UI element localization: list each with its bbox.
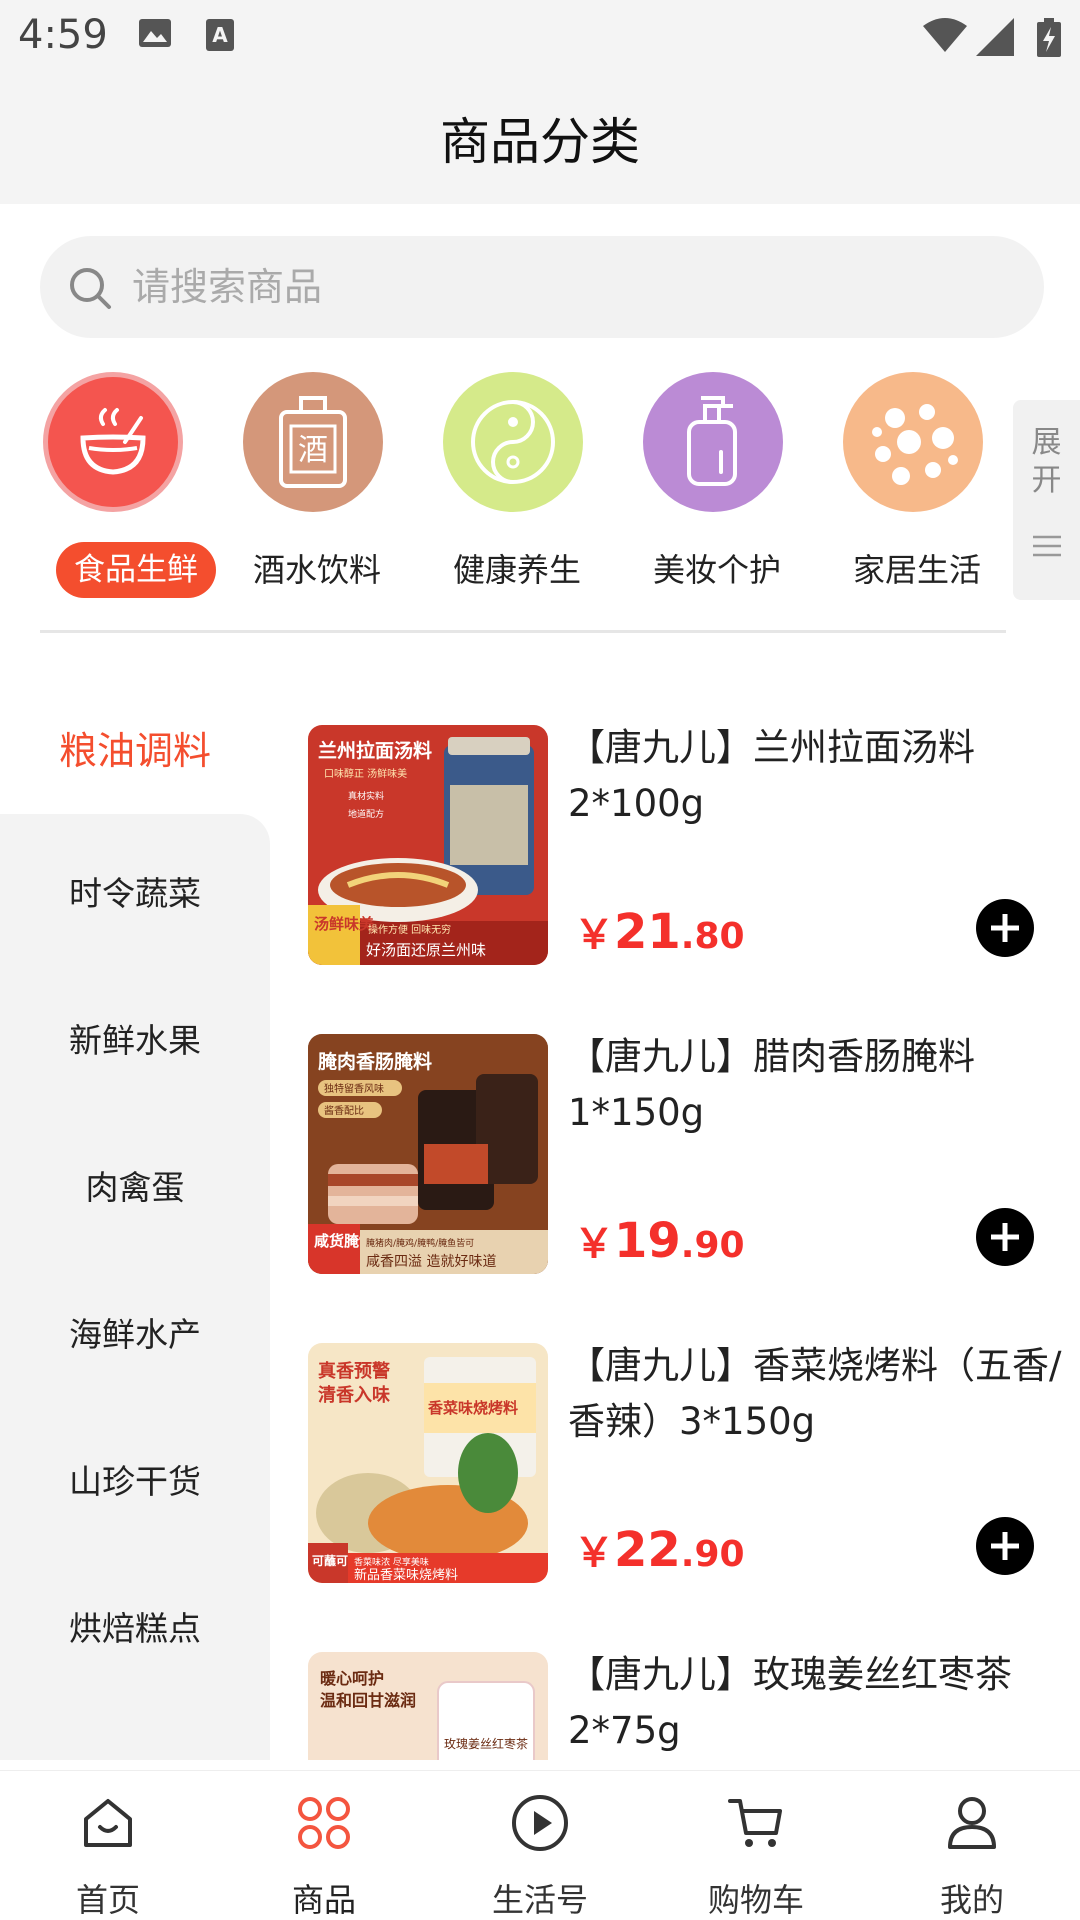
image-notification-icon	[139, 19, 171, 47]
product-name: 【唐九儿】兰州拉面汤料 2*100g	[568, 726, 975, 825]
product-image: 暖心呵护 温和回甘滋润 玫瑰姜丝红枣茶	[308, 1652, 548, 1760]
svg-text:独特留香风味: 独特留香风味	[324, 1082, 384, 1095]
sidebar-item-meat-eggs[interactable]: 肉禽蛋	[0, 1128, 270, 1248]
category-health[interactable]: 健康养生	[418, 370, 616, 610]
wifi-icon	[923, 18, 967, 52]
category-label: 食品生鲜	[56, 542, 216, 598]
search-icon	[70, 268, 111, 309]
svg-text:新品香菜味烧烤料: 新品香菜味烧烤料	[354, 1567, 458, 1583]
svg-text:汤鲜味美: 汤鲜味美	[314, 915, 375, 933]
nav-label: 首页	[75, 1881, 140, 1919]
yin-yang-icon	[443, 372, 583, 512]
menu-lines-icon	[1033, 535, 1061, 557]
text-notification-icon: A	[206, 19, 234, 51]
nav-home[interactable]: 首页	[0, 1771, 216, 1920]
product-name: 【唐九儿】腊肉香肠腌料 1*150g	[568, 1035, 975, 1134]
expand-categories-button[interactable]: 展开	[1013, 400, 1080, 600]
product-card[interactable]: 暖心呵护 温和回甘滋润 玫瑰姜丝红枣茶 【唐九儿】玫瑰姜丝红枣茶 2*75g	[270, 1607, 1080, 1760]
product-card[interactable]: 腌肉香肠腌料 独特留香风味 酱香配比 咸货腌制 腌猪肉/腌鸡/腌鸭/腌鱼皆可 咸…	[270, 989, 1080, 1274]
category-drinks[interactable]: 酒 酒水饮料	[218, 370, 416, 610]
svg-text:清香入味: 清香入味	[318, 1385, 390, 1406]
play-circle-icon	[512, 1795, 568, 1851]
svg-text:地道配方: 地道配方	[348, 808, 384, 820]
add-to-cart-icon[interactable]	[975, 1207, 1035, 1267]
svg-text:香菜味烧烤料: 香菜味烧烤料	[428, 1399, 518, 1417]
svg-text:腌猪肉/腌鸡/腌鸭/腌鱼皆可: 腌猪肉/腌鸡/腌鸭/腌鱼皆可	[366, 1237, 474, 1249]
product-list: 兰州拉面汤料 口味醇正 汤鲜味美 真材实料 地道配方 汤鲜味美 操作方便 回味无…	[270, 680, 1080, 1760]
sidebar-item-vegetables[interactable]: 时令蔬菜	[0, 834, 270, 954]
nav-cart[interactable]: 购物车	[648, 1771, 864, 1920]
sidebar-item-seafood[interactable]: 海鲜水产	[0, 1275, 270, 1395]
product-image: 兰州拉面汤料 口味醇正 汤鲜味美 真材实料 地道配方 汤鲜味美 操作方便 回味无…	[308, 725, 548, 965]
svg-text:真材实料: 真材实料	[348, 790, 384, 802]
cart-icon	[728, 1799, 782, 1847]
svg-text:咸香四溢 造就好味道: 咸香四溢 造就好味道	[366, 1254, 496, 1270]
sidebar-item-fruits[interactable]: 新鲜水果	[0, 981, 270, 1101]
product-name: 【唐九儿】玫瑰姜丝红枣茶 2*75g	[568, 1653, 1012, 1752]
status-bar: 4:59 A	[0, 0, 1080, 72]
dots-network-icon	[843, 372, 983, 512]
product-image: 真香预警 清香入味 香菜味烧烤料 可蘸可撒 香菜味浓 尽享美味 新品香菜味烧烤料	[308, 1343, 548, 1583]
svg-text:操作方便 回味无穷: 操作方便 回味无穷	[368, 923, 451, 936]
category-food[interactable]: 食品生鲜	[18, 370, 216, 610]
status-time: 4:59	[18, 12, 108, 58]
wine-jar-icon: 酒	[243, 372, 383, 512]
user-icon	[948, 1797, 996, 1849]
svg-text:玫瑰姜丝红枣茶: 玫瑰姜丝红枣茶	[444, 1736, 528, 1751]
category-strip: 食品生鲜 酒 酒水饮料 健康养生 美妆个护 家居生活	[0, 370, 1010, 610]
product-image: 腌肉香肠腌料 独特留香风味 酱香配比 咸货腌制 腌猪肉/腌鸡/腌鸭/腌鱼皆可 咸…	[308, 1034, 548, 1274]
sidebar-item-label: 粮油调料	[58, 729, 211, 773]
svg-text:酒: 酒	[298, 433, 328, 468]
svg-text:酱香配比: 酱香配比	[324, 1104, 364, 1117]
sidebar-item-grain-oil[interactable]: 粮油调料	[0, 680, 270, 810]
product-price: ￥19.90	[574, 1213, 745, 1269]
product-card[interactable]: 真香预警 清香入味 香菜味烧烤料 可蘸可撒 香菜味浓 尽享美味 新品香菜味烧烤料…	[270, 1298, 1080, 1583]
category-label: 酒水饮料	[252, 551, 381, 589]
category-label: 健康养生	[452, 551, 581, 589]
svg-text:口味醇正 汤鲜味美: 口味醇正 汤鲜味美	[324, 767, 407, 780]
lotion-bottle-icon	[643, 372, 783, 512]
product-price: ￥21.80	[574, 904, 745, 960]
nav-life[interactable]: 生活号	[432, 1771, 648, 1920]
expand-label: 展开	[1031, 425, 1062, 498]
signal-icon	[976, 18, 1014, 56]
product-name: 【唐九儿】香菜烧烤料（五香/香辣）3*150g	[568, 1344, 1062, 1443]
svg-text:真香预警: 真香预警	[318, 1360, 390, 1382]
svg-text:好汤面还原兰州味: 好汤面还原兰州味	[366, 941, 486, 959]
sidebar-item-bakery[interactable]: 烘焙糕点	[0, 1569, 270, 1689]
search-input[interactable]	[132, 254, 1012, 320]
nav-label: 商品	[291, 1881, 356, 1919]
page-title: 商品分类	[440, 113, 640, 171]
nav-profile[interactable]: 我的	[864, 1771, 1080, 1920]
category-beauty[interactable]: 美妆个护	[618, 370, 816, 610]
nav-label: 生活号	[491, 1881, 588, 1919]
battery-icon	[1037, 18, 1061, 57]
svg-text:兰州拉面汤料: 兰州拉面汤料	[318, 739, 432, 762]
page-header: 商品分类	[0, 72, 1080, 204]
add-to-cart-icon[interactable]	[975, 898, 1035, 958]
svg-text:A: A	[212, 23, 228, 47]
product-card[interactable]: 兰州拉面汤料 口味醇正 汤鲜味美 真材实料 地道配方 汤鲜味美 操作方便 回味无…	[270, 680, 1080, 965]
svg-text:温和回甘滋润: 温和回甘滋润	[319, 1691, 416, 1710]
soup-bowl-icon	[43, 372, 183, 512]
svg-text:香菜味浓 尽享美味: 香菜味浓 尽享美味	[354, 1556, 429, 1568]
search-bar[interactable]	[40, 236, 1044, 338]
category-label: 家居生活	[852, 551, 981, 589]
home-icon	[84, 1799, 132, 1847]
svg-text:暖心呵护: 暖心呵护	[320, 1669, 384, 1688]
subcategory-sidebar: 粮油调料 时令蔬菜 新鲜水果 肉禽蛋 海鲜水产 山珍干货 烘焙糕点	[0, 680, 270, 1760]
divider	[40, 630, 1006, 633]
bottom-nav: 首页 商品 生活号 购物车 我的	[0, 1770, 1080, 1920]
sidebar-item-dried-goods[interactable]: 山珍干货	[0, 1422, 270, 1542]
category-home[interactable]: 家居生活	[818, 370, 1016, 610]
svg-text:腌肉香肠腌料: 腌肉香肠腌料	[318, 1050, 432, 1073]
nav-label: 购物车	[707, 1881, 804, 1919]
category-label: 美妆个护	[652, 551, 781, 589]
product-price: ￥22.90	[574, 1522, 745, 1578]
category-grid-icon	[298, 1797, 350, 1849]
sidebar-list: 时令蔬菜 新鲜水果 肉禽蛋 海鲜水产 山珍干货 烘焙糕点	[0, 814, 270, 1760]
nav-label: 我的	[939, 1881, 1004, 1919]
nav-products[interactable]: 商品	[216, 1771, 432, 1920]
add-to-cart-icon[interactable]	[975, 1516, 1035, 1576]
